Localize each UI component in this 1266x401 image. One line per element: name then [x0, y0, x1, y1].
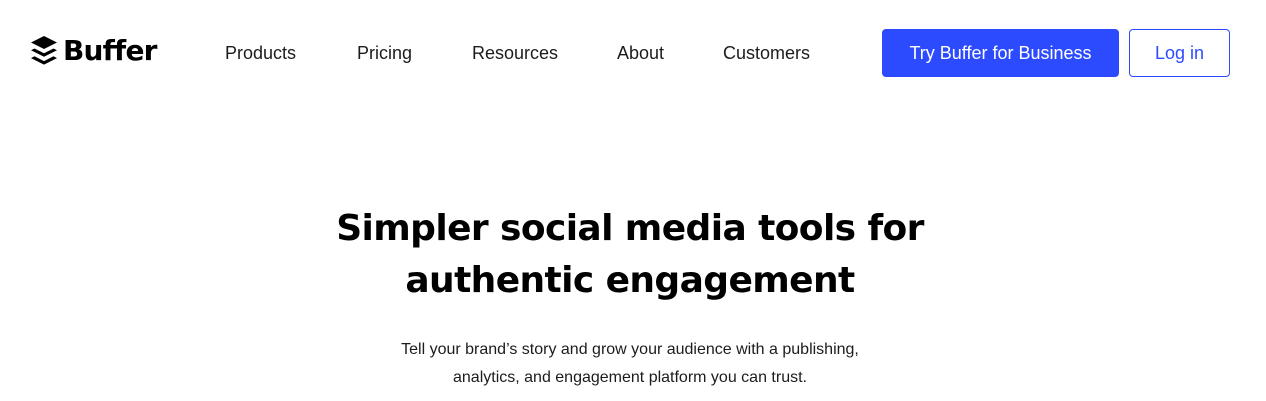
login-button[interactable]: Log in [1129, 29, 1230, 77]
page: Buffer Products Pricing Resources About … [0, 0, 1266, 401]
nav-item-resources[interactable]: Resources [472, 41, 558, 65]
hero-subtitle-line-1: Tell your brand’s story and grow your au… [401, 341, 859, 358]
hero-title-line-1: Simpler social media tools for [336, 208, 924, 249]
hero-subtitle-line-2: analytics, and engagement platform you c… [453, 369, 807, 386]
hero-subtitle: Tell your brand’s story and grow your au… [380, 336, 880, 392]
nav-item-products[interactable]: Products [225, 41, 296, 65]
buffer-stack-icon [30, 35, 58, 67]
brand-name: Buffer [63, 34, 157, 67]
hero-title-line-2: authentic engagement [405, 260, 855, 301]
nav-item-pricing[interactable]: Pricing [357, 41, 412, 65]
nav-item-about[interactable]: About [617, 41, 664, 65]
try-buffer-business-button[interactable]: Try Buffer for Business [882, 29, 1119, 77]
nav-item-customers[interactable]: Customers [723, 41, 810, 65]
hero-title: Simpler social media tools for authentic… [280, 203, 980, 307]
brand-logo-link[interactable]: Buffer [30, 35, 157, 67]
